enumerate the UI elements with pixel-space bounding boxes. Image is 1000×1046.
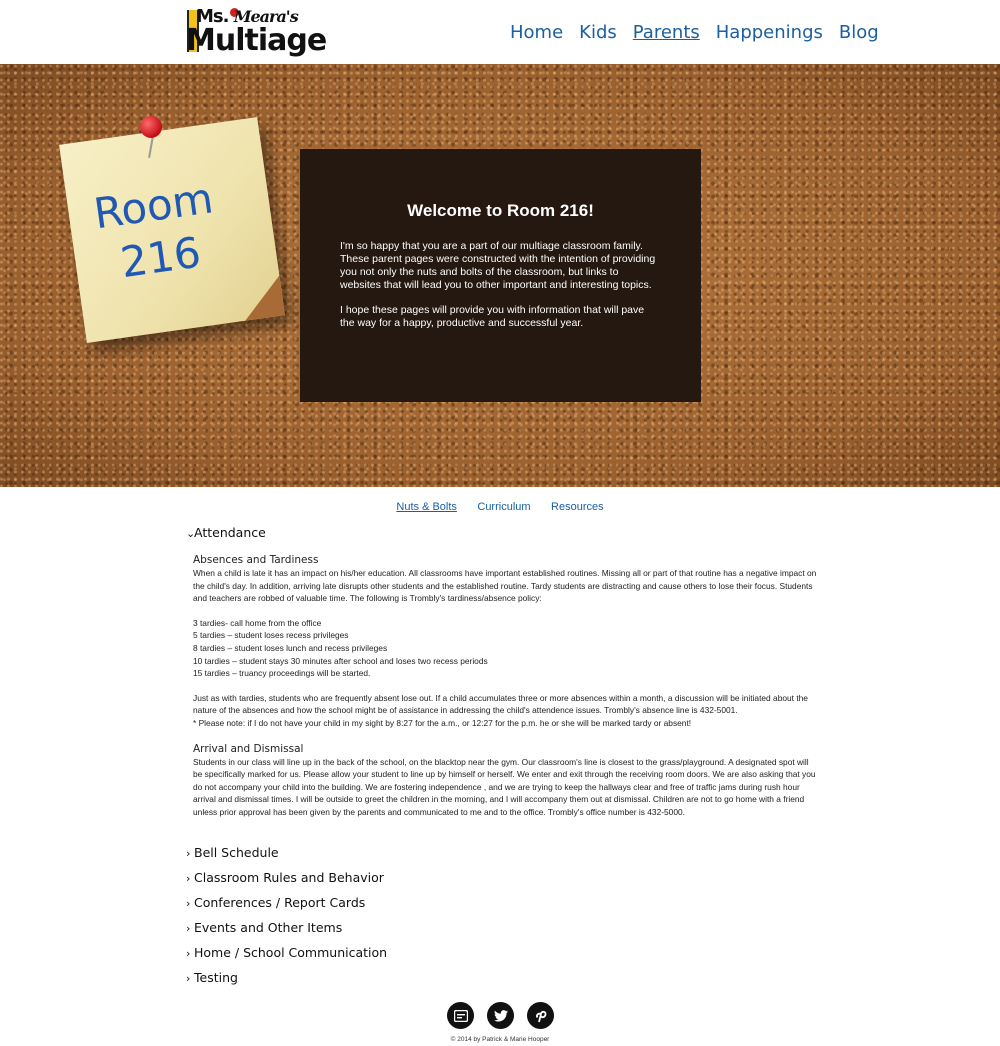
nav-home[interactable]: Home: [510, 22, 563, 43]
sticky-note-text: Room 216: [66, 169, 249, 296]
welcome-paragraph-2: I hope these pages will provide you with…: [340, 304, 645, 329]
note-curl: [239, 275, 285, 321]
accordion-title: Attendance: [194, 525, 266, 540]
welcome-panel: Welcome to Room 216! I'm so happy that y…: [300, 149, 701, 402]
accordion-events[interactable]: › Events and Other Items: [186, 920, 826, 935]
absences-note: Just as with tardies, students who are f…: [193, 692, 808, 716]
accordion-title: Bell Schedule: [194, 845, 279, 860]
pinterest-icon[interactable]: [527, 1002, 554, 1029]
chevron-right-icon: ›: [186, 922, 191, 935]
chevron-down-icon: ⌄: [186, 527, 196, 540]
accordion-header[interactable]: › Conferences / Report Cards: [186, 895, 826, 910]
accordion-title: Events and Other Items: [194, 920, 343, 935]
chevron-right-icon: ›: [186, 847, 191, 860]
accordion-testing[interactable]: › Testing: [186, 970, 826, 985]
accordion-header[interactable]: › Testing: [186, 970, 826, 985]
nav-kids[interactable]: Kids: [579, 22, 617, 43]
logo-line2: Multiage: [186, 23, 327, 58]
policy-item: 10 tardies – student stays 30 minutes af…: [193, 655, 488, 666]
accordion-title: Classroom Rules and Behavior: [194, 870, 384, 885]
accordion-bell-schedule[interactable]: › Bell Schedule: [186, 845, 826, 860]
policy-item: 15 tardies – truancy proceedings will be…: [193, 668, 371, 679]
sub-nav: Nuts & Bolts Curriculum Resources: [0, 497, 1000, 515]
chevron-right-icon: ›: [186, 947, 191, 960]
absences-title: Absences and Tardiness: [193, 554, 319, 566]
accordion-classroom-rules[interactable]: › Classroom Rules and Behavior: [186, 870, 826, 885]
chevron-right-icon: ›: [186, 972, 191, 985]
push-pin-icon: [140, 116, 162, 138]
accordion-header[interactable]: › Classroom Rules and Behavior: [186, 870, 826, 885]
accordion-header[interactable]: ⌄Attendance: [186, 525, 826, 540]
subnav-resources[interactable]: Resources: [551, 501, 604, 513]
subnav-curriculum[interactable]: Curriculum: [477, 501, 530, 513]
accordion-title: Testing: [194, 970, 238, 985]
accordion-title: Home / School Communication: [194, 945, 388, 960]
social-links: [447, 1002, 554, 1029]
nav-blog[interactable]: Blog: [839, 22, 879, 43]
site-logo[interactable]: Ms. Meara's Multiage: [186, 6, 327, 60]
accordion-home-school[interactable]: › Home / School Communication: [186, 945, 826, 960]
attendance-content: Absences and Tardiness When a child is l…: [193, 553, 819, 819]
subnav-nuts-bolts[interactable]: Nuts & Bolts: [396, 501, 457, 513]
accordion-header[interactable]: › Events and Other Items: [186, 920, 826, 935]
welcome-paragraph-1: I'm so happy that you are a part of our …: [340, 240, 656, 291]
accordion-title: Conferences / Report Cards: [194, 895, 366, 910]
corkboard-hero: Room 216 Welcome to Room 216! I'm so hap…: [0, 64, 1000, 487]
main-nav: Home Kids Parents Happenings Blog: [510, 22, 879, 43]
nav-happenings[interactable]: Happenings: [716, 22, 823, 43]
accordion-header[interactable]: › Bell Schedule: [186, 845, 826, 860]
welcome-title: Welcome to Room 216!: [407, 201, 594, 220]
arrival-title: Arrival and Dismissal: [193, 742, 304, 755]
accordion-attendance[interactable]: ⌄Attendance: [186, 525, 826, 540]
twitter-icon[interactable]: [487, 1002, 514, 1029]
please-note: * Please note: if I do not have your chi…: [193, 717, 692, 728]
chevron-right-icon: ›: [186, 872, 191, 885]
absences-body: When a child is late it has an impact on…: [193, 568, 817, 604]
policy-item: 5 tardies – student loses recess privile…: [193, 630, 349, 641]
nav-parents[interactable]: Parents: [633, 22, 700, 43]
policy-item: 8 tardies – student loses lunch and rece…: [193, 642, 388, 653]
copyright-text: © 2014 by Patrick & Marie Hooper: [450, 1036, 550, 1043]
accordion-conferences[interactable]: › Conferences / Report Cards: [186, 895, 826, 910]
sticky-note: Room 216: [59, 117, 285, 343]
accordion-header[interactable]: › Home / School Communication: [186, 945, 826, 960]
arrival-body: Students in our class will line up in th…: [193, 756, 816, 817]
blog-icon[interactable]: [447, 1002, 474, 1029]
site-header: Ms. Meara's Multiage Home Kids Parents H…: [0, 0, 1000, 64]
policy-item: 3 tardies- call home from the office: [193, 617, 322, 628]
chevron-right-icon: ›: [186, 897, 191, 910]
